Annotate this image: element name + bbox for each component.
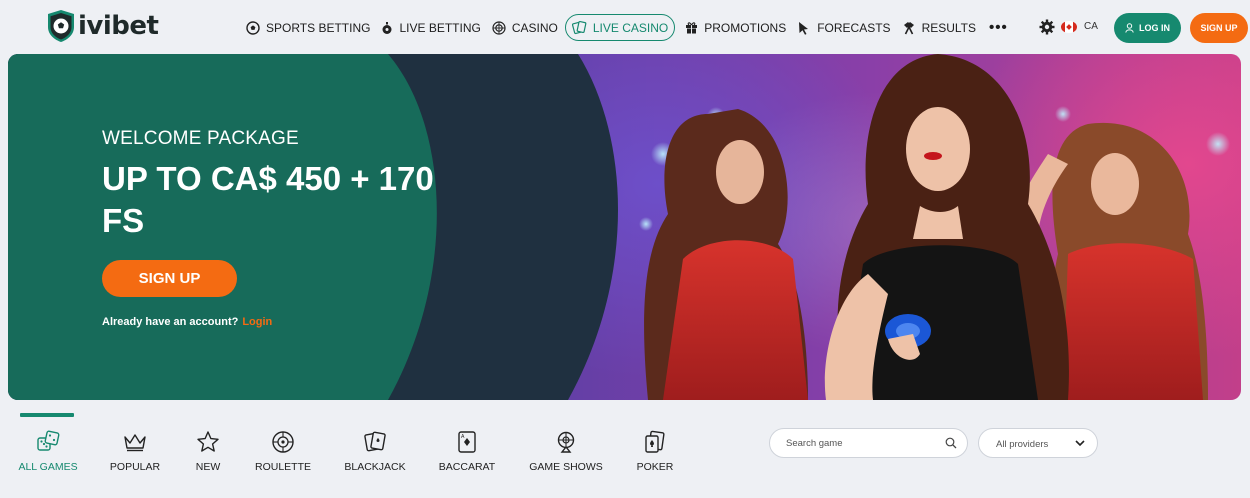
nav-label: RESULTS	[921, 20, 977, 35]
nav-label: LIVE CASINO	[592, 20, 669, 35]
banner-signup-label: SIGN UP	[138, 270, 201, 287]
category-label: POKER	[636, 461, 674, 473]
star-icon	[197, 431, 219, 452]
nav-promotions[interactable]: PROMOTIONS	[685, 14, 786, 41]
providers-select[interactable]: All providers	[978, 428, 1098, 458]
dice-icon	[37, 430, 60, 451]
canada-flag-icon[interactable]	[1061, 21, 1077, 33]
cursor-icon	[799, 21, 809, 35]
search-input[interactable]	[786, 429, 936, 457]
nav-more-menu[interactable]: •••	[989, 19, 1008, 36]
game-show-icon	[557, 431, 575, 453]
svg-text:A: A	[461, 434, 465, 440]
welcome-package-label: WELCOME PACKAGE	[102, 128, 299, 149]
category-poker[interactable]: POKER	[632, 410, 678, 480]
brand-name: ivibet	[78, 11, 159, 41]
providers-value: All providers	[996, 439, 1049, 450]
login-button[interactable]: LOG IN	[1114, 13, 1181, 43]
category-popular[interactable]: POPULAR	[108, 410, 162, 480]
user-icon	[1125, 23, 1134, 33]
nav-forecasts[interactable]: FORECASTS	[797, 14, 891, 41]
shield-ball-icon	[48, 10, 74, 42]
nav-live-betting[interactable]: LIVE BETTING	[381, 14, 481, 41]
bonus-headline: UP TO CA$ 450 + 170 FS	[102, 160, 434, 239]
soccer-ball-icon	[246, 20, 260, 35]
category-label: GAME SHOWS	[529, 461, 603, 473]
header-signup-button[interactable]: SIGN UP	[1190, 13, 1248, 43]
category-label: POPULAR	[109, 461, 161, 473]
nav-label: LIVE BETTING	[399, 20, 481, 35]
roulette-wheel-icon	[272, 431, 294, 453]
search-icon[interactable]	[945, 437, 957, 449]
login-link[interactable]: Login	[242, 316, 272, 328]
cards-icon	[571, 20, 587, 35]
category-label: BACCARAT	[438, 461, 496, 473]
roulette-icon	[492, 20, 506, 35]
nav-label: FORECASTS	[817, 20, 891, 35]
signup-label: SIGN UP	[1200, 23, 1238, 33]
category-label: BLACKJACK	[344, 461, 406, 473]
settings-gear-icon[interactable]	[1039, 19, 1055, 35]
top-header: ivibet SPORTS BETTING LIVE BETTING CASIN…	[0, 0, 1250, 54]
main-nav: SPORTS BETTING LIVE BETTING CASINO LIVE …	[246, 14, 1008, 41]
banner-signup-button[interactable]: SIGN UP	[102, 260, 237, 297]
category-label: ALL GAMES	[18, 461, 78, 473]
nav-label: PROMOTIONS	[704, 20, 787, 35]
gift-icon	[686, 22, 698, 34]
region-code[interactable]: CA	[1084, 21, 1098, 32]
baccarat-card-icon: A	[458, 431, 476, 453]
nav-label: CASINO	[511, 20, 558, 35]
category-roulette[interactable]: ROULETTE	[254, 410, 312, 480]
account-prompt: Already have an account? Login	[102, 316, 272, 328]
nav-sports-betting[interactable]: SPORTS BETTING	[246, 14, 370, 41]
category-label: ROULETTE	[254, 461, 311, 473]
nav-results[interactable]: RESULTS	[902, 14, 976, 41]
crown-icon	[124, 434, 146, 452]
stopwatch-icon	[382, 21, 392, 34]
category-baccarat[interactable]: A BACCARAT	[438, 410, 496, 480]
brand-logo[interactable]: ivibet	[46, 9, 159, 43]
blackjack-cards-icon	[364, 431, 386, 452]
chevron-down-icon	[1075, 440, 1085, 447]
poker-cards-icon	[645, 430, 665, 453]
category-all-games[interactable]: ALL GAMES	[18, 410, 78, 480]
welcome-banner[interactable]: WELCOME PACKAGE UP TO CA$ 450 + 170 FS S…	[8, 54, 1241, 400]
category-new[interactable]: NEW	[186, 410, 230, 480]
login-label: LOG IN	[1139, 23, 1170, 33]
game-category-bar: ALL GAMES POPULAR NEW ROULETTE BLACKJACK…	[0, 410, 700, 490]
nav-casino[interactable]: CASINO	[492, 14, 558, 41]
search-game-field[interactable]	[769, 428, 968, 458]
account-prompt-text: Already have an account?	[102, 316, 239, 328]
category-blackjack[interactable]: BLACKJACK	[343, 410, 407, 480]
category-label: NEW	[195, 461, 221, 473]
hammer-icon	[903, 21, 914, 34]
category-game-shows[interactable]: GAME SHOWS	[528, 410, 604, 480]
nav-label: SPORTS BETTING	[266, 20, 371, 35]
nav-live-casino[interactable]: LIVE CASINO	[564, 14, 676, 41]
